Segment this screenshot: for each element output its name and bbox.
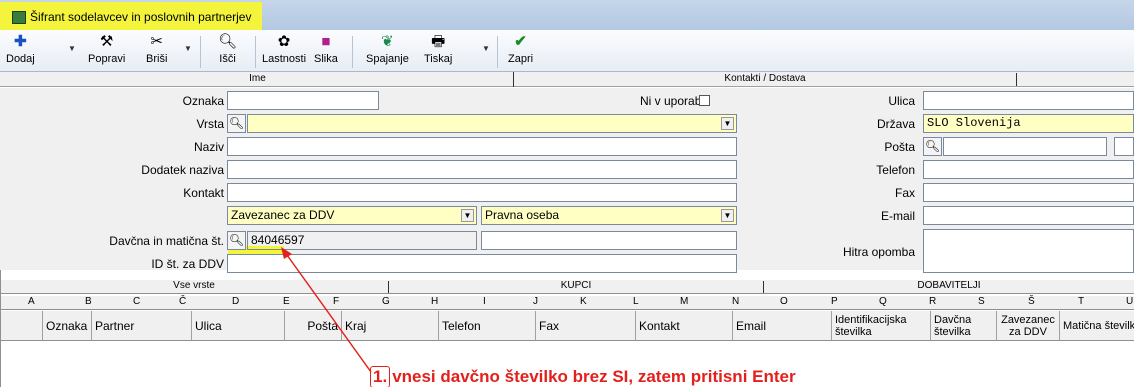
annotation-text: vnesi davčno številko brez SI, zatem pri…: [392, 367, 796, 386]
annotation-arrow: [281, 247, 372, 373]
annotation-callout: 1. vnesi davčno številko brez SI, zatem p…: [370, 366, 796, 387]
annotation-number: 1.: [370, 366, 391, 387]
